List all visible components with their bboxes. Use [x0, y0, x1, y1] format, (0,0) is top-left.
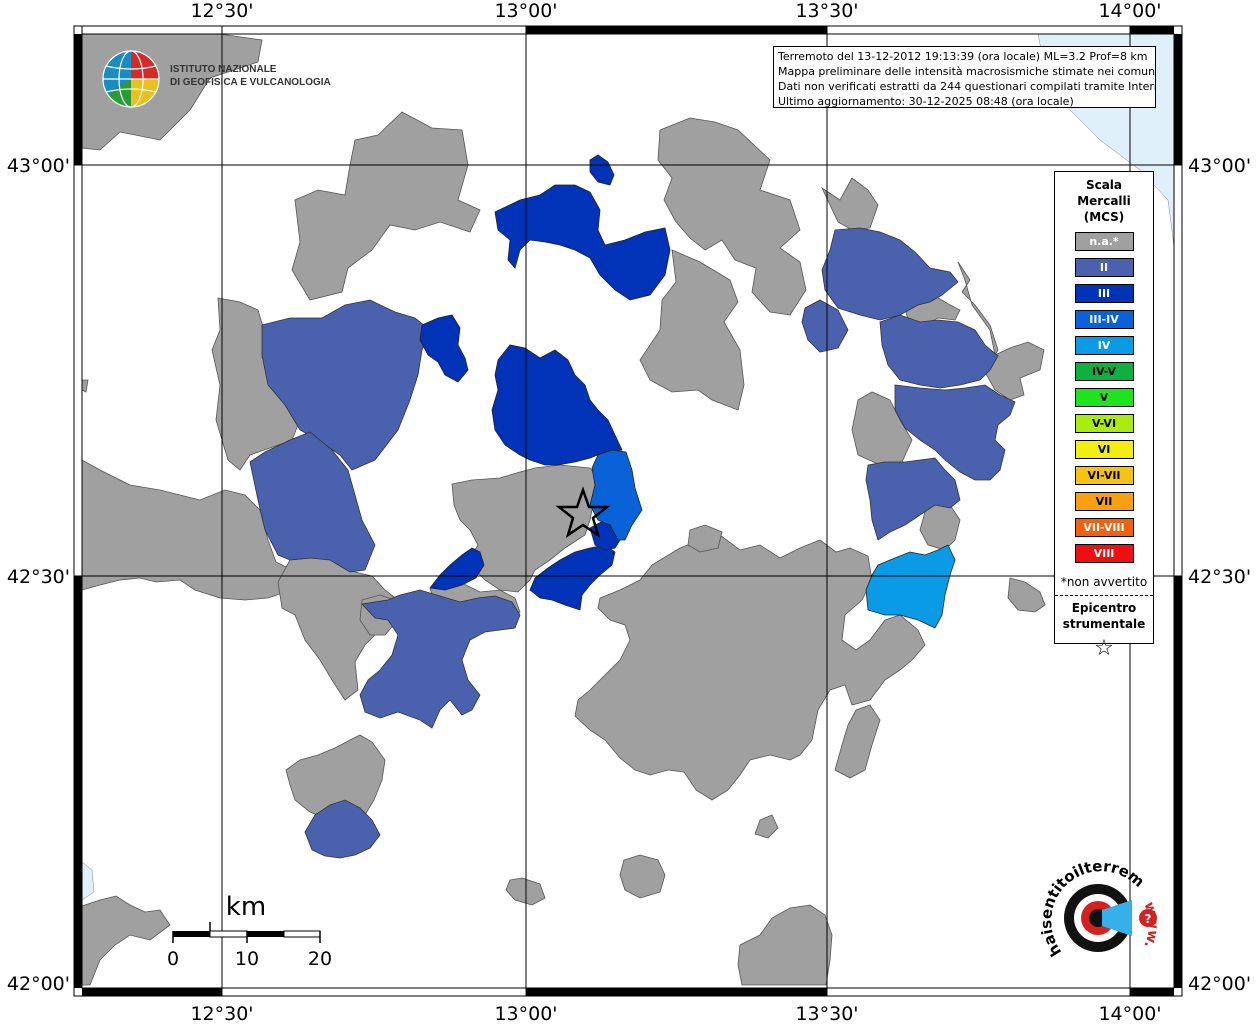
scale-tick-20: 20	[308, 948, 332, 970]
legend-epicenter-line2: strumentale	[1062, 617, 1146, 631]
legend-item: n.a.*	[1074, 232, 1134, 251]
legend-item: VI-VII	[1074, 466, 1134, 485]
event-info-line3: Dati non verificati estratti da 244 ques…	[778, 80, 1156, 93]
ingv-logo-text: ISTITUTO NAZIONALE DI GEOFISICA E VULCAN…	[170, 63, 331, 89]
legend-title-line3: (MCS)	[1083, 210, 1125, 224]
legend-item: IV	[1074, 336, 1134, 355]
event-info-box: Terremoto del 13-12-2012 19:13:39 (ora l…	[773, 46, 1156, 108]
legend-item: V	[1074, 388, 1134, 407]
event-info-line2: Mappa preliminare delle intensità macros…	[778, 65, 1156, 78]
bottom-label-4: 14°00'	[1098, 1003, 1161, 1024]
scale-tick-0: 0	[167, 948, 179, 970]
legend-item: VII	[1074, 492, 1134, 511]
bottom-label-2: 13°00'	[494, 1003, 557, 1024]
event-info-line1: Terremoto del 13-12-2012 19:13:39 (ora l…	[778, 50, 1148, 63]
legend-epicenter-label: Epicentro strumentale	[1055, 600, 1153, 632]
right-label-1: 43°00'	[1188, 155, 1251, 177]
legend-title-line2: Mercalli	[1077, 194, 1131, 208]
scale-unit: km	[226, 892, 266, 922]
scale-bar: km 0 10 20	[167, 892, 332, 970]
legend-star-icon: ☆	[1094, 636, 1114, 661]
left-label-3: 42°00'	[7, 973, 70, 995]
top-label-1: 12°30'	[190, 0, 253, 22]
legend-item: II	[1074, 258, 1134, 277]
right-label-2: 42°30'	[1188, 566, 1251, 588]
left-label-1: 43°00'	[7, 155, 70, 177]
event-info-line4: Ultimo aggiornamento: 30-12-2025 08:48 (…	[778, 95, 1074, 108]
ingv-logo-line2: DI GEOFISICA E VULCANOLOGIA	[170, 77, 331, 88]
top-label-4: 14°00'	[1098, 0, 1161, 22]
scale-tick-10: 10	[235, 948, 259, 970]
legend-item: III	[1074, 284, 1134, 303]
ingv-logo-line1: ISTITUTO NAZIONALE	[170, 64, 277, 75]
globe-icon	[102, 50, 160, 108]
legend-item: VII-VIII	[1074, 518, 1134, 537]
legend-separator	[1055, 595, 1153, 596]
top-label-3: 13°30'	[795, 0, 858, 22]
intensity-legend: Scala Mercalli (MCS) n.a.* II III III-IV IV I…	[1054, 171, 1154, 661]
bottom-label-3: 13°30'	[795, 1003, 858, 1024]
left-label-2: 42°30'	[7, 566, 70, 588]
legend-items: n.a.* II III III-IV IV IV-V V V-VI VI VI-VII VII VI…	[1055, 232, 1153, 563]
legend-item: III-IV	[1074, 310, 1134, 329]
legend-item: VI	[1074, 440, 1134, 459]
legend-epicenter-line1: Epicentro	[1071, 601, 1137, 615]
top-label-2: 13°00'	[494, 0, 557, 22]
right-label-3: 42°00'	[1188, 973, 1251, 995]
haisentito-logo: haisentitoilterremoto.it www. ?	[1040, 860, 1161, 960]
legend-item: VIII	[1074, 544, 1134, 563]
svg-text:?: ?	[1145, 912, 1152, 926]
legend-note: *non avvertito	[1060, 575, 1148, 589]
municipalities-IV	[865, 544, 956, 629]
bottom-label-1: 12°30'	[190, 1003, 253, 1024]
legend-item: IV-V	[1074, 362, 1134, 381]
legend-title: Scala Mercalli (MCS)	[1055, 177, 1153, 225]
legend-title-line1: Scala	[1085, 178, 1123, 192]
legend-item: V-VI	[1074, 414, 1134, 433]
